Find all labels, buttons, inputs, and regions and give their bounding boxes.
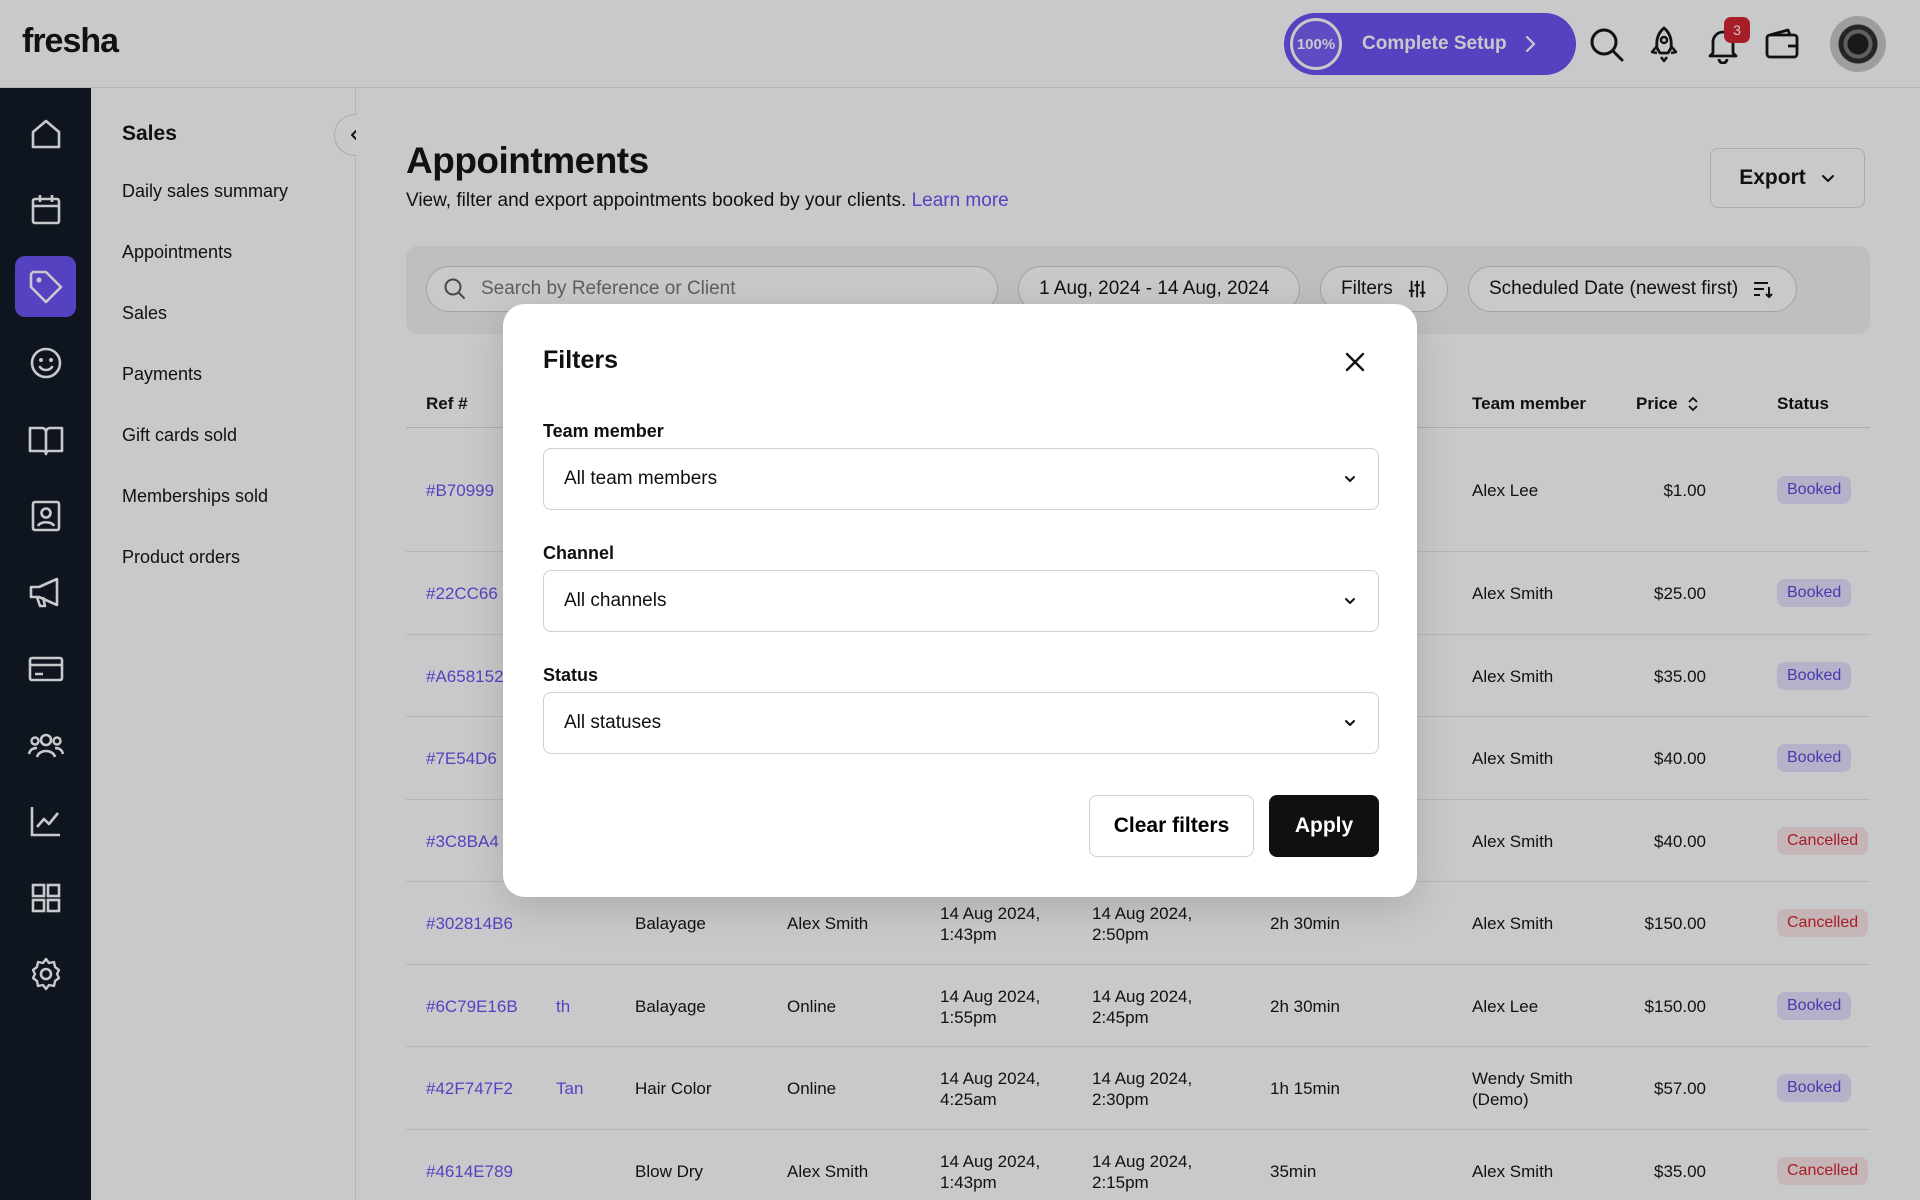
team-member-value: All team members: [564, 468, 718, 489]
team-member-label: Team member: [543, 421, 664, 441]
close-modal-button[interactable]: [1335, 342, 1375, 382]
channel-select[interactable]: All channels: [543, 570, 1379, 632]
filters-modal: Filters Team member All team members Cha…: [503, 304, 1417, 897]
chevron-down-icon: [1345, 720, 1355, 726]
apply-button[interactable]: Apply: [1269, 795, 1379, 857]
chevron-down-icon: [1345, 598, 1355, 604]
team-member-select[interactable]: All team members: [543, 448, 1379, 510]
close-icon: [1345, 352, 1365, 372]
chevron-down-icon: [1345, 476, 1355, 482]
status-value: All statuses: [564, 712, 662, 733]
channel-label: Channel: [543, 543, 615, 563]
status-label: Status: [543, 665, 599, 685]
status-select[interactable]: All statuses: [543, 692, 1379, 754]
channel-value: All channels: [564, 590, 667, 611]
clear-filters-button[interactable]: Clear filters: [1089, 795, 1254, 857]
modal-title: Filters: [543, 346, 619, 374]
